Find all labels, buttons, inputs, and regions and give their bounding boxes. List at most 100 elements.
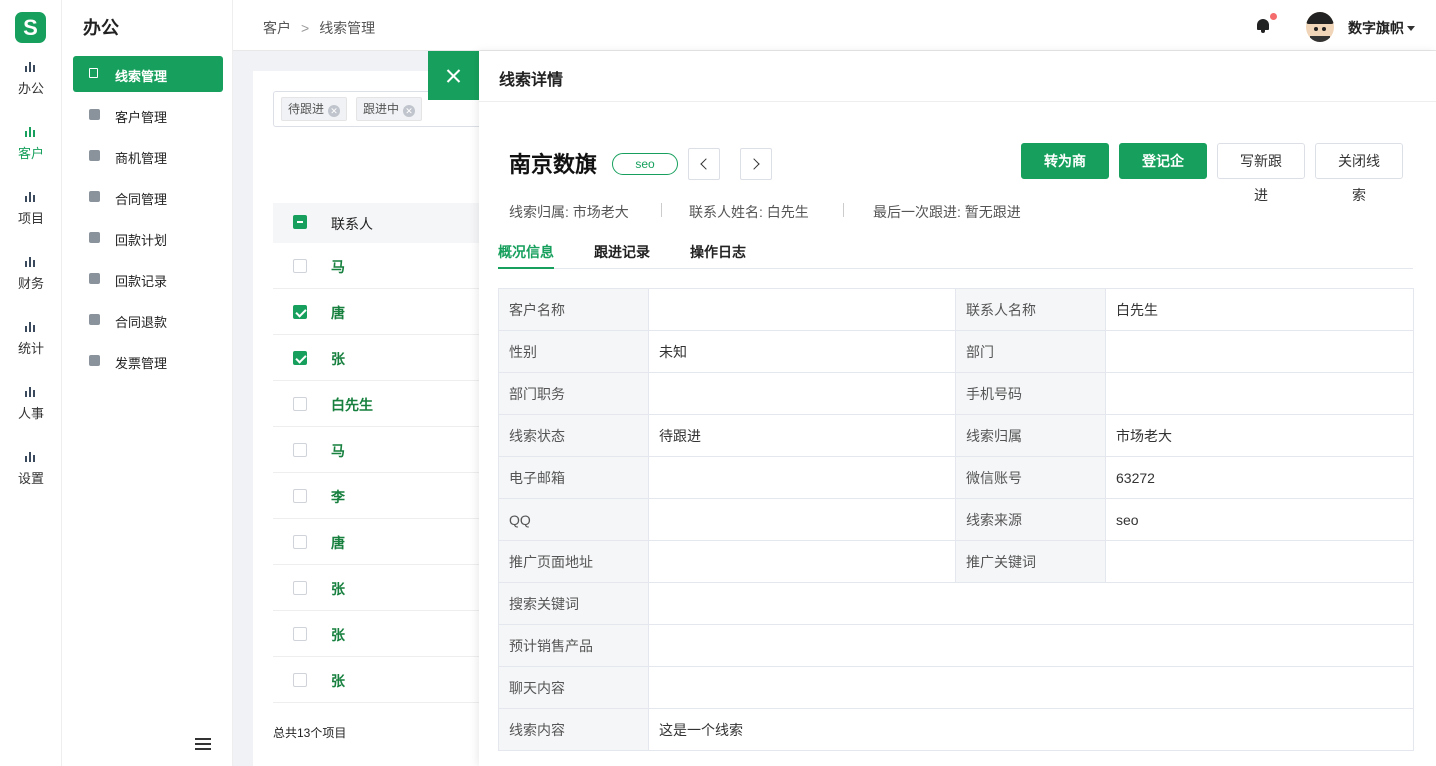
rail-item[interactable]: 人事 xyxy=(0,387,62,437)
filter-tag[interactable]: 待跟进 ✕ xyxy=(281,97,348,121)
row-checkbox[interactable] xyxy=(293,627,307,641)
last-followup: 最后一次跟进: 暂无跟进 xyxy=(873,204,1021,220)
field-label: 线索归属 xyxy=(955,414,1106,457)
bar-chart-icon xyxy=(25,192,37,202)
close-lead-button[interactable]: 关闭线索 xyxy=(1315,143,1403,203)
field-label: 手机号码 xyxy=(955,372,1106,415)
detail-row: QQ 线索来源 seo xyxy=(498,498,1414,541)
contact-name-link[interactable]: 张 xyxy=(331,671,345,691)
tab-followup-records[interactable]: 跟进记录 xyxy=(594,242,650,262)
contact-name-link[interactable]: 张 xyxy=(331,349,345,369)
rail-item-label: 项目 xyxy=(17,211,44,226)
field-label: 微信账号 xyxy=(955,456,1106,499)
close-icon[interactable]: ✕ xyxy=(403,105,416,117)
row-checkbox[interactable] xyxy=(293,259,307,273)
sidebar-item-label: 线索管理 xyxy=(115,69,168,84)
field-value xyxy=(648,582,1414,625)
row-checkbox[interactable] xyxy=(293,489,307,503)
rail-item-label: 设置 xyxy=(17,471,44,486)
rail-item-label: 办公 xyxy=(17,81,44,96)
sidebar-item[interactable]: 客户管理 xyxy=(73,97,223,133)
convert-to-opportunity-button[interactable]: 转为商机 xyxy=(1021,143,1109,203)
sidebar-item[interactable]: 线索管理 xyxy=(73,56,223,92)
write-followup-button[interactable]: 写新跟进 xyxy=(1217,143,1305,203)
tab-overview[interactable]: 概况信息 xyxy=(498,242,554,262)
bar-chart-icon xyxy=(25,452,37,462)
row-checkbox[interactable] xyxy=(293,535,307,549)
field-value xyxy=(648,624,1414,667)
rail-item[interactable]: 设置 xyxy=(0,452,62,502)
previous-record-button[interactable] xyxy=(688,148,720,180)
field-label: 线索来源 xyxy=(955,498,1106,541)
notification-bell-icon[interactable] xyxy=(1256,13,1277,33)
field-label: 推广关键词 xyxy=(955,540,1106,583)
bar-chart-icon xyxy=(25,62,37,72)
field-label: 性别 xyxy=(498,330,649,373)
contact-name-link[interactable]: 张 xyxy=(331,579,345,599)
sidebar-item[interactable]: 回款记录 xyxy=(73,261,223,297)
detail-row: 客户名称 联系人名称 白先生 xyxy=(498,288,1414,331)
row-checkbox[interactable] xyxy=(293,673,307,687)
sidebar-item[interactable]: 商机管理 xyxy=(73,138,223,174)
menu-item-icon xyxy=(89,150,100,161)
rail-item[interactable]: 项目 xyxy=(0,192,62,242)
field-value xyxy=(1105,330,1414,373)
app-logo[interactable]: S xyxy=(15,12,46,43)
breadcrumb-item-customer[interactable]: 客户 xyxy=(263,20,291,36)
breadcrumb-separator: > xyxy=(301,20,310,36)
contact-name-link[interactable]: 李 xyxy=(331,487,345,507)
active-tab-indicator xyxy=(498,267,554,269)
menu-item-icon xyxy=(89,273,100,284)
sidebar-item[interactable]: 回款计划 xyxy=(73,220,223,256)
avatar[interactable] xyxy=(1306,12,1334,42)
rail-item[interactable]: 客户 xyxy=(0,127,62,177)
field-value xyxy=(648,288,956,331)
select-all-checkbox[interactable] xyxy=(293,215,307,229)
rail-item[interactable]: 财务 xyxy=(0,257,62,307)
sidebar-item[interactable]: 合同管理 xyxy=(73,179,223,215)
contact-column-header: 联系人 xyxy=(331,216,373,232)
close-drawer-button[interactable] xyxy=(428,51,479,100)
user-menu[interactable]: 数字旗帜 xyxy=(1348,18,1415,38)
row-checkbox[interactable] xyxy=(293,305,307,319)
contact-name-link[interactable]: 张 xyxy=(331,625,345,645)
row-checkbox[interactable] xyxy=(293,581,307,595)
row-checkbox[interactable] xyxy=(293,351,307,365)
register-company-button[interactable]: 登记企业 xyxy=(1119,143,1207,203)
lead-owner: 线索归属: 市场老大 xyxy=(509,204,629,220)
detail-row: 线索内容 这是一个线索 xyxy=(498,708,1414,751)
detail-row: 电子邮箱 微信账号 63272 xyxy=(498,456,1414,499)
contact-name-link[interactable]: 马 xyxy=(331,441,345,461)
close-icon[interactable]: ✕ xyxy=(328,105,341,117)
subnav-title: 办公 xyxy=(83,18,119,38)
rail-item[interactable]: 办公 xyxy=(0,62,62,112)
user-name: 数字旗帜 xyxy=(1348,20,1404,36)
rail-item[interactable]: 统计 xyxy=(0,322,62,372)
contact-name: 联系人姓名: 白先生 xyxy=(689,204,809,220)
contact-name-link[interactable]: 马 xyxy=(331,257,345,277)
contact-name-link[interactable]: 白先生 xyxy=(331,395,373,415)
detail-row: 聊天内容 xyxy=(498,666,1414,709)
field-value xyxy=(648,540,956,583)
field-value: seo xyxy=(1105,498,1414,541)
row-checkbox[interactable] xyxy=(293,443,307,457)
sidebar-item[interactable]: 发票管理 xyxy=(73,343,223,379)
rail-item-label: 统计 xyxy=(17,341,44,356)
breadcrumb: 客户 > 线索管理 xyxy=(263,18,375,38)
sidebar-item-label: 商机管理 xyxy=(115,151,168,166)
field-value xyxy=(648,372,956,415)
field-value: 市场老大 xyxy=(1105,414,1414,457)
company-name: 南京数旗 xyxy=(509,152,598,177)
contact-name-link[interactable]: 唐 xyxy=(331,533,345,553)
sidebar-item[interactable]: 合同退款 xyxy=(73,302,223,338)
contact-name-link[interactable]: 唐 xyxy=(331,303,345,323)
filter-tag[interactable]: 跟进中 ✕ xyxy=(356,97,423,121)
collapse-menu-icon[interactable] xyxy=(195,738,211,751)
next-record-button[interactable] xyxy=(740,148,772,180)
row-checkbox[interactable] xyxy=(293,397,307,411)
detail-row: 预计销售产品 xyxy=(498,624,1414,667)
tab-operation-log[interactable]: 操作日志 xyxy=(690,242,746,262)
field-label: 部门职务 xyxy=(498,372,649,415)
field-label: 部门 xyxy=(955,330,1106,373)
lead-detail-table: 客户名称 联系人名称 白先生 性别 未知 部门 部门职务 手机号码 线索状态 待跟进 线索归属 市场老… xyxy=(498,288,1414,751)
